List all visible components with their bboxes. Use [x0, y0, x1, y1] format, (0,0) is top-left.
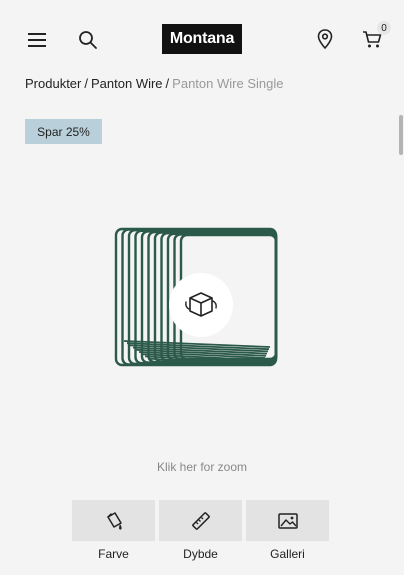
brand-logo[interactable]: Montana	[162, 24, 242, 54]
option-farve-button[interactable]	[72, 500, 155, 541]
breadcrumb: Produkter / Panton Wire / Panton Wire Single	[25, 76, 283, 91]
location-pin-icon	[317, 29, 333, 49]
ruler-icon	[191, 511, 210, 530]
menu-button[interactable]	[25, 28, 49, 52]
search-icon	[79, 31, 97, 49]
search-button[interactable]	[76, 28, 100, 52]
zoom-hint-link[interactable]: Klik her for zoom	[0, 460, 404, 474]
breadcrumb-link-produkter[interactable]: Produkter	[25, 76, 81, 91]
discount-badge: Spar 25%	[25, 119, 102, 144]
view-3d-button[interactable]	[169, 273, 233, 337]
store-locator-button[interactable]	[314, 27, 336, 51]
option-galleri-button[interactable]	[246, 500, 329, 541]
menu-icon	[28, 33, 46, 47]
3d-box-icon	[185, 292, 217, 317]
page-scrollbar[interactable]	[399, 115, 403, 155]
option-dybde-label: Dybde	[183, 547, 218, 561]
cart-count-badge: 0	[377, 21, 391, 35]
image-icon	[277, 512, 298, 529]
breadcrumb-current: Panton Wire Single	[172, 76, 284, 91]
breadcrumb-separator: /	[84, 76, 88, 91]
option-farve-label: Farve	[98, 547, 129, 561]
breadcrumb-separator: /	[165, 76, 170, 91]
breadcrumb-link-panton-wire[interactable]: Panton Wire	[91, 76, 163, 91]
option-galleri-label: Galleri	[270, 547, 305, 561]
option-dybde-button[interactable]	[159, 500, 242, 541]
paint-bucket-icon	[106, 511, 122, 530]
